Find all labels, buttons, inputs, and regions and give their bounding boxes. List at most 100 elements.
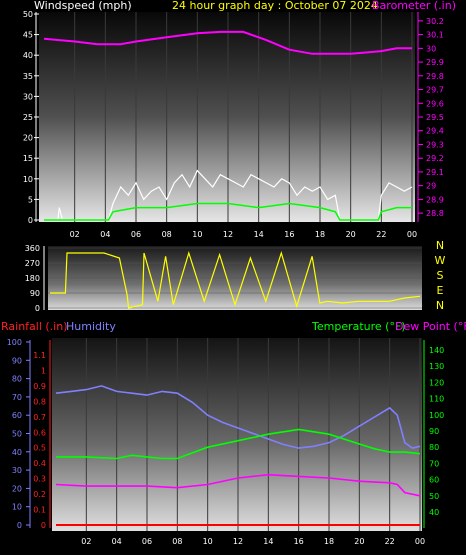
rainfall-tick-label: 0 (41, 521, 46, 530)
temperature-tick-label: 70 (429, 459, 439, 468)
rainfall-tick-label: 0.9 (33, 382, 46, 391)
temperature-tick-label: 90 (429, 427, 439, 436)
bottom-x-tick-label: 22 (385, 537, 395, 546)
rainfall-tick-label: 0.7 (33, 413, 46, 422)
windspeed-tick-label: 25 (23, 113, 33, 122)
humidity-tick-label: 80 (12, 375, 22, 384)
bottom-x-tick-label: 16 (294, 537, 304, 546)
compass-label: W (435, 254, 446, 267)
top-x-tick-labels: 02 04 06 08 10 12 14 16 18 20 22 00 (70, 230, 418, 239)
wind-direction-tick-label: 90 (30, 289, 40, 298)
humidity-tick-label: 0 (17, 521, 22, 530)
top-x-tick-label: 06 (131, 230, 141, 239)
windspeed-tick-label: 45 (23, 31, 33, 40)
rainfall-tick-label: 0.6 (33, 428, 46, 437)
barometer-tick-label: 28.9 (426, 195, 444, 204)
temperature-tick-label: 60 (429, 476, 439, 485)
rainfall-tick-label: 0.4 (33, 459, 46, 468)
rainfall-tick-labels: 0 0.1 0.2 0.3 0.4 0.5 0.6 0.7 0.8 0.9 1 1.1 (33, 340, 51, 530)
barometer-tick-labels: 28.8 28.9 29 29.1 29.2 29.3 29.4 29.5 29.6 29.7 29… (417, 12, 444, 222)
top-x-tick-label: 00 (407, 230, 417, 239)
bottom-x-tick-label: 10 (203, 537, 213, 546)
barometer-tick-label: 29 (426, 182, 436, 191)
barometer-tick-label: 29.1 (426, 168, 444, 177)
windspeed-tick-label: 10 (23, 175, 33, 184)
rainfall-tick-label: 0.1 (33, 506, 46, 515)
windspeed-tick-label: 30 (23, 92, 33, 101)
windspeed-tick-labels: 0 5 10 15 20 25 30 35 40 45 50 (23, 10, 39, 225)
rainfall-tick-label: 0.8 (33, 397, 46, 406)
barometer-tick-label: 29.7 (426, 86, 444, 95)
wind-direction-tick-label: 270 (25, 259, 40, 268)
windspeed-tick-label: 20 (23, 134, 33, 143)
wind-direction-tick-label: 360 (25, 244, 40, 253)
windspeed-tick-label: 35 (23, 72, 33, 81)
bottom-x-tick-label: 02 (81, 537, 91, 546)
barometer-axis-label: Barometer (.in) (372, 0, 456, 12)
temperature-tick-label: 110 (429, 395, 444, 404)
weather-graph: Windspeed (mph) 24 hour graph day : Octo… (1, 0, 466, 546)
windspeed-tick-label: 5 (28, 195, 33, 204)
dewpoint-axis-label: Dew Point (°F) (395, 320, 466, 333)
bottom-x-tick-label: 18 (324, 537, 334, 546)
barometer-tick-label: 29.5 (426, 113, 444, 122)
top-x-tick-label: 04 (100, 230, 110, 239)
bottom-x-tick-label: 14 (263, 537, 273, 546)
compass-label: E (437, 284, 444, 297)
barometer-tick-label: 30.2 (426, 17, 444, 26)
humidity-tick-label: 20 (12, 484, 22, 493)
temperature-tick-labels: 40 50 60 70 80 90 100 110 120 130 140 (423, 340, 444, 528)
wind-direction-tick-label: 0 (35, 304, 40, 313)
barometer-tick-label: 29.4 (426, 127, 444, 136)
temperature-tick-label: 130 (429, 362, 444, 371)
bottom-x-tick-labels: 02 04 06 08 10 12 14 16 18 20 22 00 (81, 537, 425, 546)
top-x-tick-label: 08 (162, 230, 172, 239)
top-x-tick-label: 20 (346, 230, 356, 239)
barometer-tick-label: 29.8 (426, 72, 444, 81)
barometer-tick-label: 30.1 (426, 31, 444, 40)
top-x-tick-label: 14 (254, 230, 264, 239)
humidity-tick-label: 70 (12, 393, 22, 402)
barometer-tick-label: 29.2 (426, 154, 444, 163)
humidity-tick-label: 60 (12, 411, 22, 420)
barometer-tick-label: 29.9 (426, 58, 444, 67)
humidity-tick-label: 50 (12, 430, 22, 439)
bottom-x-tick-label: 12 (233, 537, 243, 546)
bottom-x-tick-label: 20 (354, 537, 364, 546)
rainfall-tick-label: 1 (41, 366, 46, 375)
humidity-tick-label: 10 (12, 503, 22, 512)
rainfall-tick-label: 0.3 (33, 475, 46, 484)
temperature-tick-label: 100 (429, 411, 444, 420)
compass-label: N (436, 239, 444, 252)
windspeed-tick-label: 50 (23, 10, 33, 19)
rainfall-tick-label: 1.1 (33, 351, 46, 360)
temperature-tick-label: 40 (429, 508, 439, 517)
barometer-tick-label: 30 (426, 44, 436, 53)
barometer-tick-label: 29.3 (426, 140, 444, 149)
humidity-axis-label: Humidity (66, 320, 116, 333)
humidity-tick-label: 30 (12, 466, 22, 475)
top-x-tick-label: 22 (376, 230, 386, 239)
rainfall-tick-label: 0.5 (33, 444, 46, 453)
rainfall-tick-label: 0.2 (33, 490, 46, 499)
humidity-tick-label: 100 (7, 338, 22, 347)
top-x-tick-label: 16 (284, 230, 294, 239)
bottom-x-tick-label: 00 (415, 537, 425, 546)
chart-title: 24 hour graph day : October 07 2024 (172, 0, 378, 12)
compass-labels: NWSEN (435, 239, 446, 312)
barometer-tick-label: 29.6 (426, 99, 444, 108)
windspeed-tick-label: 40 (23, 51, 33, 60)
temperature-tick-label: 120 (429, 378, 444, 387)
bottom-x-tick-label: 06 (142, 537, 152, 546)
rainfall-axis-label: Rainfall (.in) (1, 320, 68, 333)
barometer-tick-label: 28.8 (426, 209, 444, 218)
windspeed-tick-label: 15 (23, 154, 33, 163)
top-x-tick-label: 12 (223, 230, 233, 239)
temperature-tick-label: 50 (429, 492, 439, 501)
wind-direction-tick-labels: 0 90 180 270 360 (25, 244, 45, 313)
humidity-tick-label: 40 (12, 448, 22, 457)
temperature-tick-label: 80 (429, 443, 439, 452)
compass-label: S (437, 269, 444, 282)
windspeed-axis-label: Windspeed (mph) (34, 0, 132, 12)
temperature-axis-label: Temperature (°F) (311, 320, 406, 333)
